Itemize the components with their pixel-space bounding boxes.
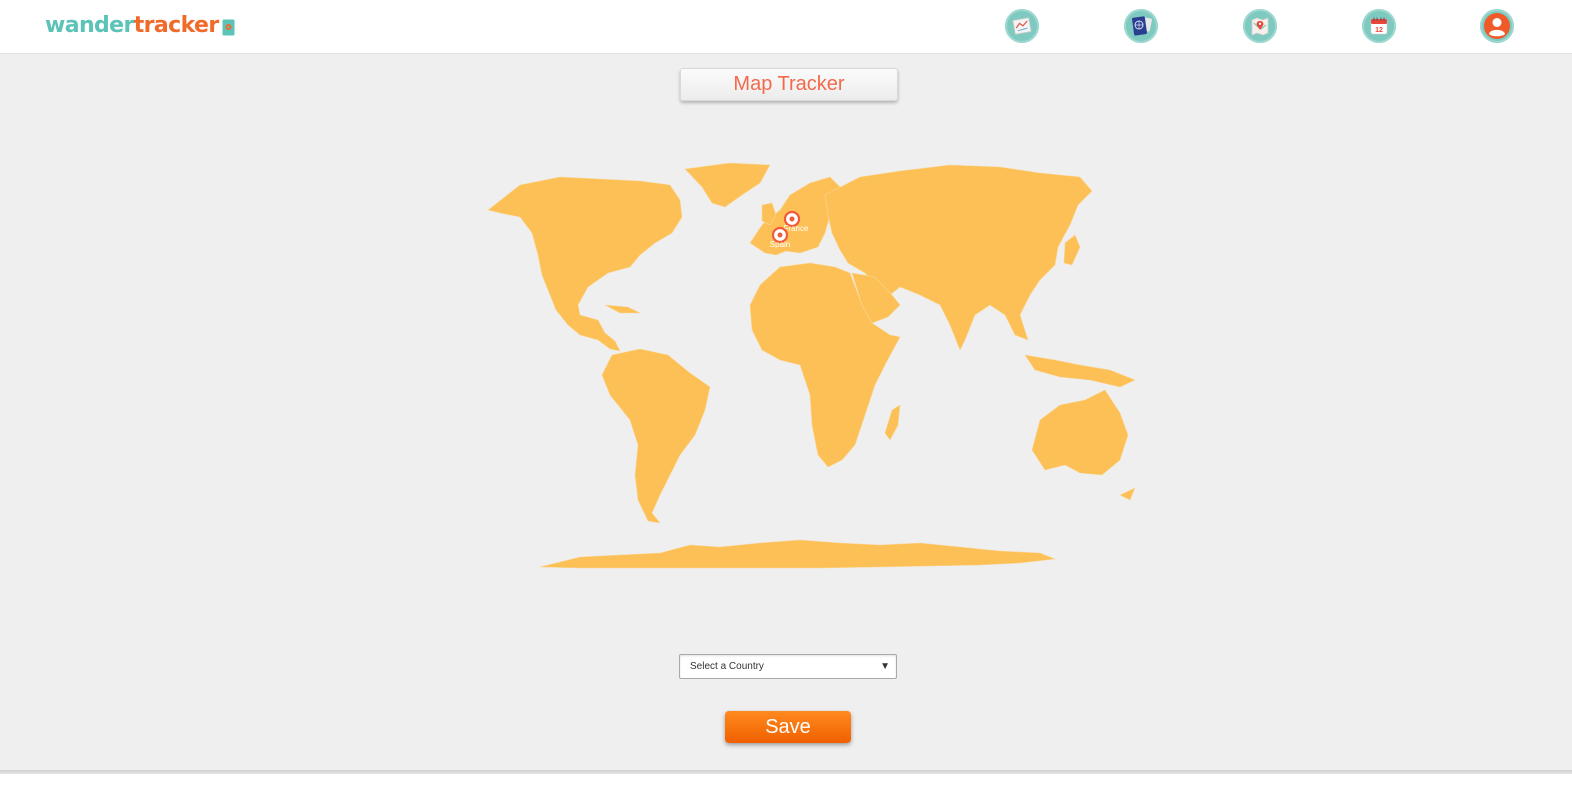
land-masses — [487, 162, 1136, 569]
page-title: Map Tracker — [680, 68, 898, 101]
caribbean-islands[interactable] — [604, 304, 641, 314]
wandertracker-logo[interactable]: wandertracker — [45, 12, 235, 40]
calendar-day-number: 12 — [1375, 27, 1383, 34]
user-profile-icon[interactable] — [1480, 9, 1514, 43]
save-button[interactable]: Save — [725, 711, 851, 743]
footer — [0, 774, 1572, 803]
japan[interactable] — [1063, 234, 1081, 266]
map-sketch-icon[interactable] — [1005, 9, 1039, 43]
map-pin-icon[interactable] — [1243, 9, 1277, 43]
north-america[interactable] — [487, 176, 683, 352]
country-select-value: Select a Country — [690, 661, 764, 672]
south-america[interactable] — [601, 348, 711, 524]
madagascar[interactable] — [884, 404, 901, 441]
southeast-asia-islands[interactable] — [1024, 354, 1136, 388]
greenland[interactable] — [684, 162, 771, 208]
logo-text-tracker: tracker — [133, 13, 219, 38]
logo-text-wander: wander — [45, 13, 134, 38]
dropdown-arrow-icon: ▼ — [880, 661, 890, 672]
new-zealand[interactable] — [1119, 487, 1136, 501]
antarctica[interactable] — [539, 539, 1056, 569]
map-marker-label-spain: Spain — [770, 240, 790, 249]
passport-icon[interactable] — [1124, 9, 1158, 43]
world-map[interactable]: France Spain — [480, 155, 1140, 575]
calendar-icon[interactable]: 12 — [1362, 9, 1396, 43]
country-select[interactable]: Select a Country ▼ — [679, 654, 897, 679]
top-navigation-bar: wandertracker 12 — [0, 0, 1572, 54]
australia[interactable] — [1031, 389, 1129, 476]
passport-logo-icon — [222, 16, 235, 44]
